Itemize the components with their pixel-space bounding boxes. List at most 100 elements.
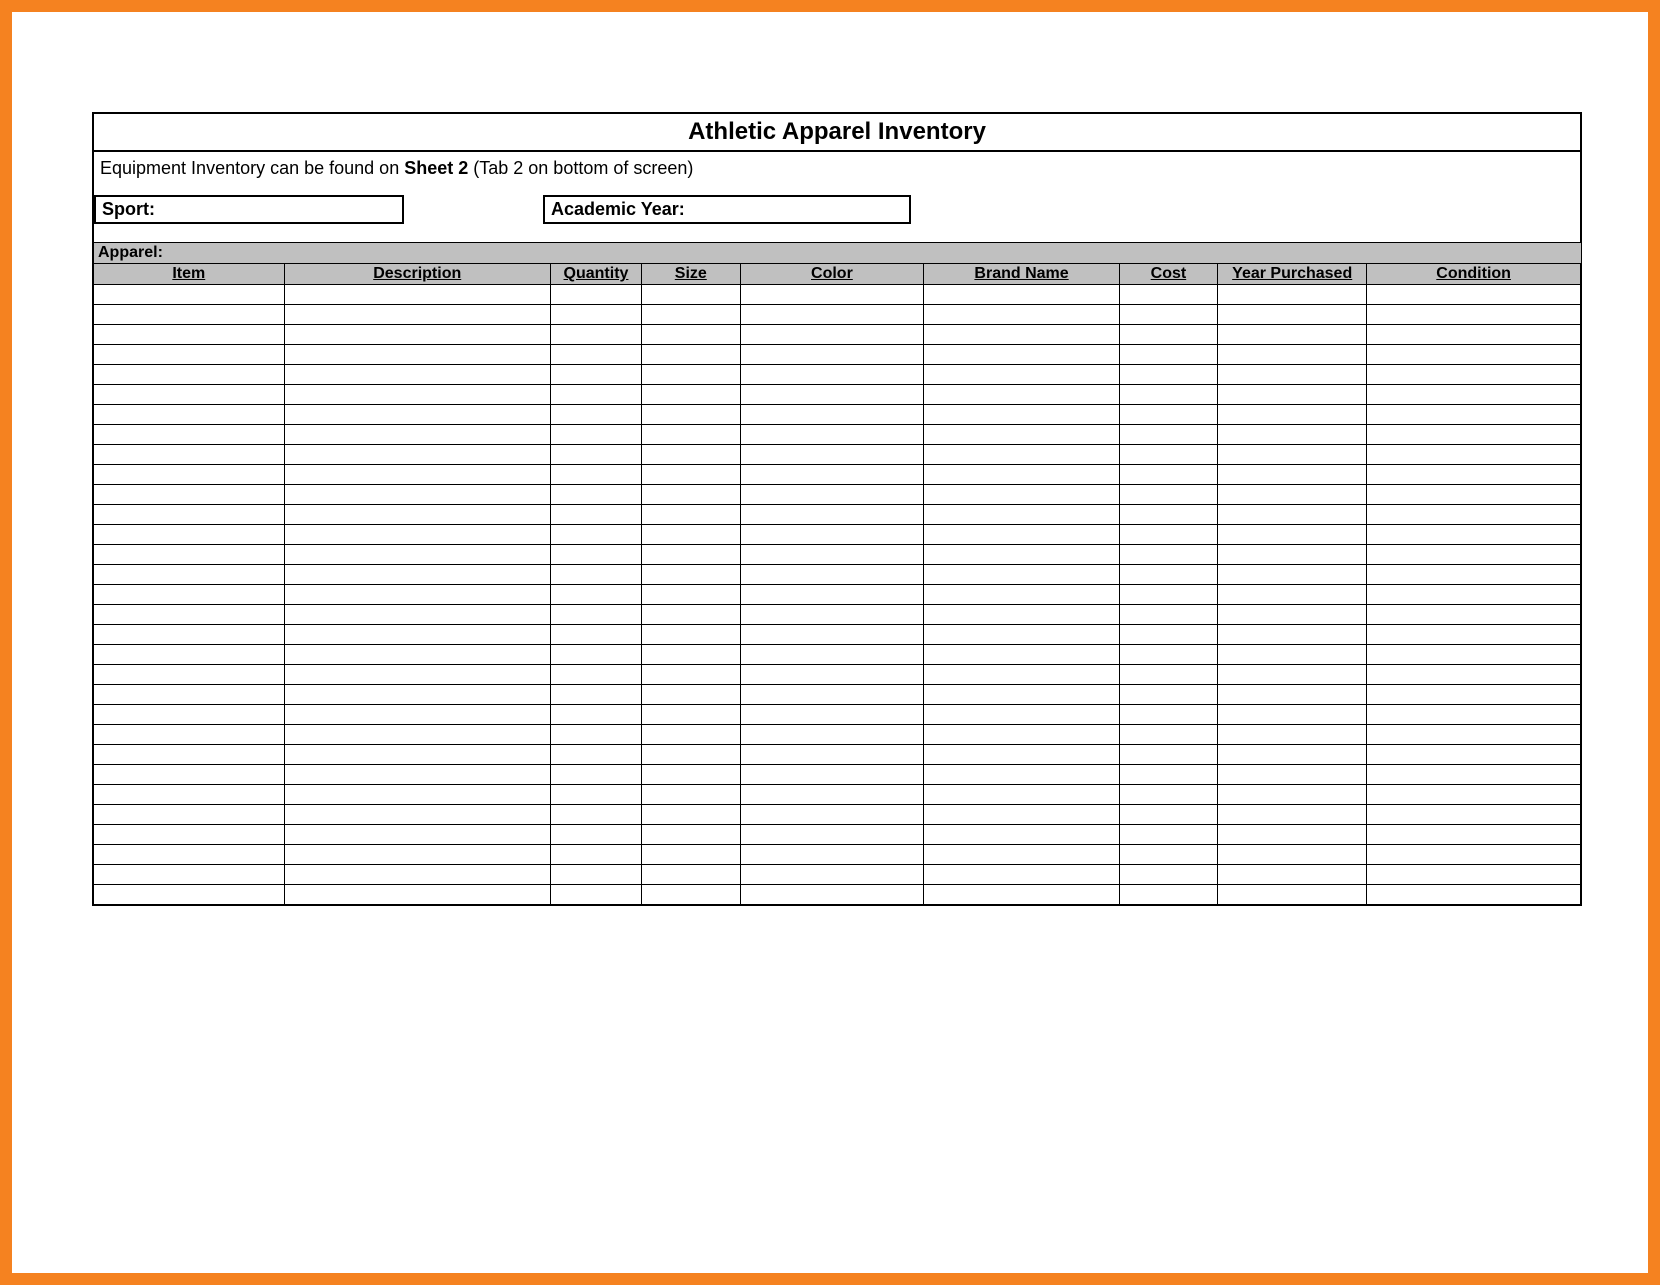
- cell[interactable]: [1218, 565, 1367, 585]
- cell[interactable]: [740, 565, 924, 585]
- cell[interactable]: [1367, 325, 1581, 345]
- cell[interactable]: [550, 705, 641, 725]
- cell[interactable]: [550, 385, 641, 405]
- cell[interactable]: [93, 545, 284, 565]
- cell[interactable]: [1367, 405, 1581, 425]
- cell[interactable]: [1119, 645, 1217, 665]
- cell[interactable]: [550, 585, 641, 605]
- table-row[interactable]: [93, 345, 1581, 365]
- cell[interactable]: [1218, 585, 1367, 605]
- cell[interactable]: [1367, 785, 1581, 805]
- cell[interactable]: [1119, 545, 1217, 565]
- cell[interactable]: [642, 405, 740, 425]
- cell[interactable]: [740, 685, 924, 705]
- cell[interactable]: [1119, 785, 1217, 805]
- cell[interactable]: [284, 505, 550, 525]
- cell[interactable]: [642, 525, 740, 545]
- cell[interactable]: [1119, 345, 1217, 365]
- cell[interactable]: [924, 805, 1119, 825]
- cell[interactable]: [1367, 585, 1581, 605]
- cell[interactable]: [740, 525, 924, 545]
- cell[interactable]: [1218, 785, 1367, 805]
- cell[interactable]: [642, 565, 740, 585]
- cell[interactable]: [93, 565, 284, 585]
- cell[interactable]: [740, 805, 924, 825]
- cell[interactable]: [1367, 505, 1581, 525]
- table-row[interactable]: [93, 285, 1581, 305]
- cell[interactable]: [1218, 865, 1367, 885]
- cell[interactable]: [1218, 825, 1367, 845]
- cell[interactable]: [642, 645, 740, 665]
- cell[interactable]: [740, 505, 924, 525]
- cell[interactable]: [1218, 345, 1367, 365]
- academic-year-field[interactable]: Academic Year:: [543, 195, 911, 224]
- cell[interactable]: [1119, 605, 1217, 625]
- cell[interactable]: [284, 805, 550, 825]
- cell[interactable]: [1119, 745, 1217, 765]
- cell[interactable]: [1218, 285, 1367, 305]
- cell[interactable]: [924, 445, 1119, 465]
- cell[interactable]: [1218, 405, 1367, 425]
- cell[interactable]: [740, 305, 924, 325]
- cell[interactable]: [1119, 665, 1217, 685]
- cell[interactable]: [642, 825, 740, 845]
- cell[interactable]: [642, 885, 740, 905]
- cell[interactable]: [1119, 445, 1217, 465]
- cell[interactable]: [1119, 325, 1217, 345]
- cell[interactable]: [93, 365, 284, 385]
- table-row[interactable]: [93, 705, 1581, 725]
- cell[interactable]: [924, 565, 1119, 585]
- cell[interactable]: [1218, 725, 1367, 745]
- cell[interactable]: [284, 445, 550, 465]
- cell[interactable]: [1119, 725, 1217, 745]
- cell[interactable]: [284, 345, 550, 365]
- cell[interactable]: [1367, 305, 1581, 325]
- cell[interactable]: [550, 525, 641, 545]
- table-row[interactable]: [93, 725, 1581, 745]
- cell[interactable]: [1218, 885, 1367, 905]
- table-row[interactable]: [93, 685, 1581, 705]
- cell[interactable]: [550, 645, 641, 665]
- cell[interactable]: [1119, 305, 1217, 325]
- cell[interactable]: [740, 705, 924, 725]
- cell[interactable]: [284, 485, 550, 505]
- cell[interactable]: [924, 865, 1119, 885]
- cell[interactable]: [924, 485, 1119, 505]
- cell[interactable]: [550, 285, 641, 305]
- cell[interactable]: [740, 585, 924, 605]
- cell[interactable]: [93, 345, 284, 365]
- cell[interactable]: [740, 725, 924, 745]
- cell[interactable]: [1119, 485, 1217, 505]
- cell[interactable]: [93, 505, 284, 525]
- cell[interactable]: [740, 605, 924, 625]
- cell[interactable]: [1367, 645, 1581, 665]
- cell[interactable]: [642, 305, 740, 325]
- cell[interactable]: [1367, 705, 1581, 725]
- cell[interactable]: [93, 885, 284, 905]
- cell[interactable]: [924, 425, 1119, 445]
- cell[interactable]: [740, 405, 924, 425]
- cell[interactable]: [93, 705, 284, 725]
- table-row[interactable]: [93, 465, 1581, 485]
- cell[interactable]: [550, 365, 641, 385]
- cell[interactable]: [740, 885, 924, 905]
- cell[interactable]: [642, 785, 740, 805]
- cell[interactable]: [642, 725, 740, 745]
- cell[interactable]: [284, 645, 550, 665]
- cell[interactable]: [1367, 725, 1581, 745]
- cell[interactable]: [1119, 685, 1217, 705]
- cell[interactable]: [1218, 645, 1367, 665]
- cell[interactable]: [924, 725, 1119, 745]
- cell[interactable]: [1119, 805, 1217, 825]
- cell[interactable]: [93, 385, 284, 405]
- cell[interactable]: [1367, 665, 1581, 685]
- cell[interactable]: [93, 865, 284, 885]
- cell[interactable]: [284, 765, 550, 785]
- cell[interactable]: [740, 745, 924, 765]
- cell[interactable]: [1367, 445, 1581, 465]
- table-row[interactable]: [93, 365, 1581, 385]
- cell[interactable]: [284, 465, 550, 485]
- cell[interactable]: [1218, 365, 1367, 385]
- cell[interactable]: [740, 845, 924, 865]
- cell[interactable]: [93, 285, 284, 305]
